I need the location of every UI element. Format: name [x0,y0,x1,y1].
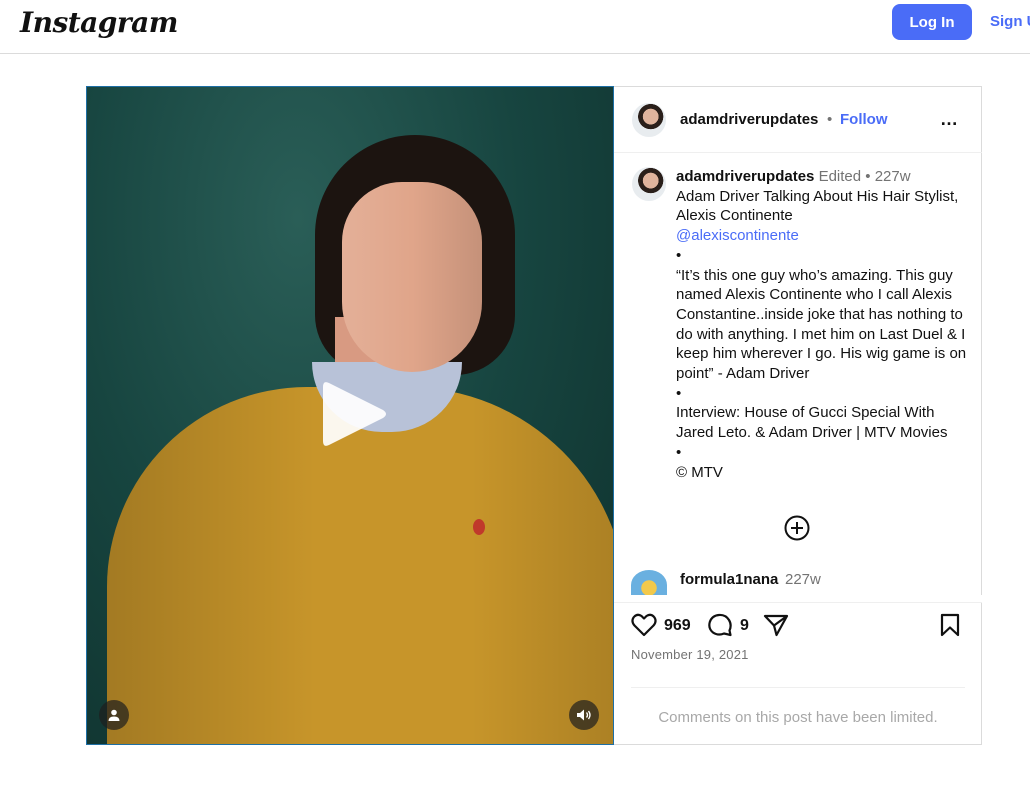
comment-count[interactable]: 9 [740,617,749,635]
like-count[interactable]: 969 [664,617,691,635]
video-player[interactable] [86,86,614,745]
caption-mention-link[interactable]: @alexiscontinente [676,226,968,246]
follow-button[interactable]: Follow [840,111,888,128]
post-header: adamdriverupdates • Follow … [614,87,982,153]
plus-circle-icon[interactable] [784,515,810,541]
play-icon[interactable] [319,377,389,451]
sign-up-link[interactable]: Sign Up [990,13,1030,30]
bookmark-icon[interactable] [936,611,964,639]
instagram-logo[interactable]: Instagram [20,6,178,39]
caption-separator: • [865,168,871,185]
action-bar: 969 9 [614,609,982,645]
comments-limited-notice: Comments on this post have been limited. [658,709,938,726]
caption-line: “It’s this one guy who’s amazing. This g… [676,266,967,383]
user-icon[interactable] [99,700,129,730]
caption-line: • [676,246,682,264]
share-icon[interactable] [762,611,790,639]
comment-age: 227w [785,571,821,588]
caption-line: Interview: House of Gucci Special With J… [676,404,948,442]
avatar[interactable] [632,103,666,137]
post-sidebar: adamdriverupdates • Follow … adamdriveru… [614,87,982,746]
log-in-button[interactable]: Log In [892,4,972,40]
header-separator: • [827,111,833,128]
more-options-icon[interactable]: … [940,109,959,130]
post-author-username[interactable]: adamdriverupdates [680,111,818,128]
divider [631,687,965,688]
post-caption: adamdriverupdates Edited • 227w Adam Dri… [676,167,968,482]
speaker-icon[interactable] [569,700,599,730]
comment-username[interactable]: formula1nana [680,571,778,588]
video-sweater-pin [473,519,485,535]
caption-line: Adam Driver Talking About His Hair Styli… [676,187,959,225]
caption-avatar[interactable] [632,167,666,201]
video-face-shade [342,182,482,372]
caption-line: • [676,443,682,461]
heart-icon[interactable] [630,611,658,639]
post-date[interactable]: November 19, 2021 [631,647,749,662]
caption-username[interactable]: adamdriverupdates [676,168,814,185]
comment-icon[interactable] [706,611,734,639]
caption-line: • [676,384,682,402]
comment-list-fade [614,595,982,603]
caption-age: 227w [874,168,911,185]
caption-edited: Edited [818,168,862,185]
caption-line: © MTV [676,463,723,481]
post-container: adamdriverupdates • Follow … adamdriveru… [86,86,982,745]
top-bar: Instagram Log In Sign Up [0,0,1030,54]
